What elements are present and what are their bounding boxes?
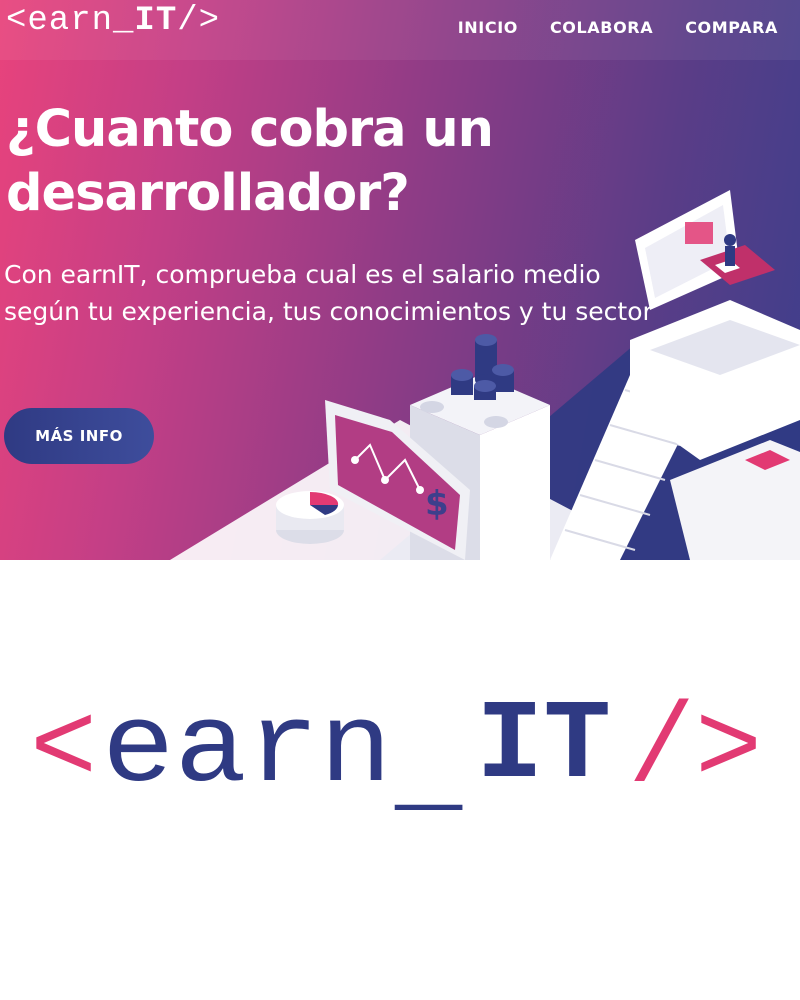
logo-close-bracket: > xyxy=(695,690,762,814)
logo-slash: / xyxy=(628,690,695,814)
brand-logo: < earn _ IT / > xyxy=(30,690,762,820)
top-navigation-bar: <earn_IT/> INICIO COLABORA COMPARA xyxy=(0,0,800,60)
hero-banner: <earn_IT/> INICIO COLABORA COMPARA $ ¿Cu… xyxy=(0,0,800,560)
hero-subheadline: Con earnIT, comprueba cual es el salario… xyxy=(4,260,653,326)
header-logo-close-text: /> xyxy=(177,2,221,40)
dollar-sign-icon: $ xyxy=(425,484,449,524)
logo-open-bracket: < xyxy=(30,690,97,814)
nav-link-compara[interactable]: COMPARA xyxy=(685,18,778,37)
more-info-button[interactable]: MÁS INFO xyxy=(4,408,154,464)
header-logo-text: <earn_ xyxy=(6,2,135,40)
logo-word-earn: earn xyxy=(102,690,392,814)
logo-underscore: _ xyxy=(394,705,463,820)
pie-chart-icon xyxy=(276,491,344,544)
hero-headline: ¿Cuanto cobra un desarrollador? xyxy=(6,100,494,223)
logo-bold-it: IT xyxy=(476,690,611,810)
header-logo-bold-text: IT xyxy=(134,2,178,40)
nav-link-colabora[interactable]: COLABORA xyxy=(550,18,653,37)
header-logo[interactable]: <earn_IT/> xyxy=(6,2,220,40)
main-nav: INICIO COLABORA COMPARA xyxy=(458,18,778,37)
nav-link-inicio[interactable]: INICIO xyxy=(458,18,518,37)
